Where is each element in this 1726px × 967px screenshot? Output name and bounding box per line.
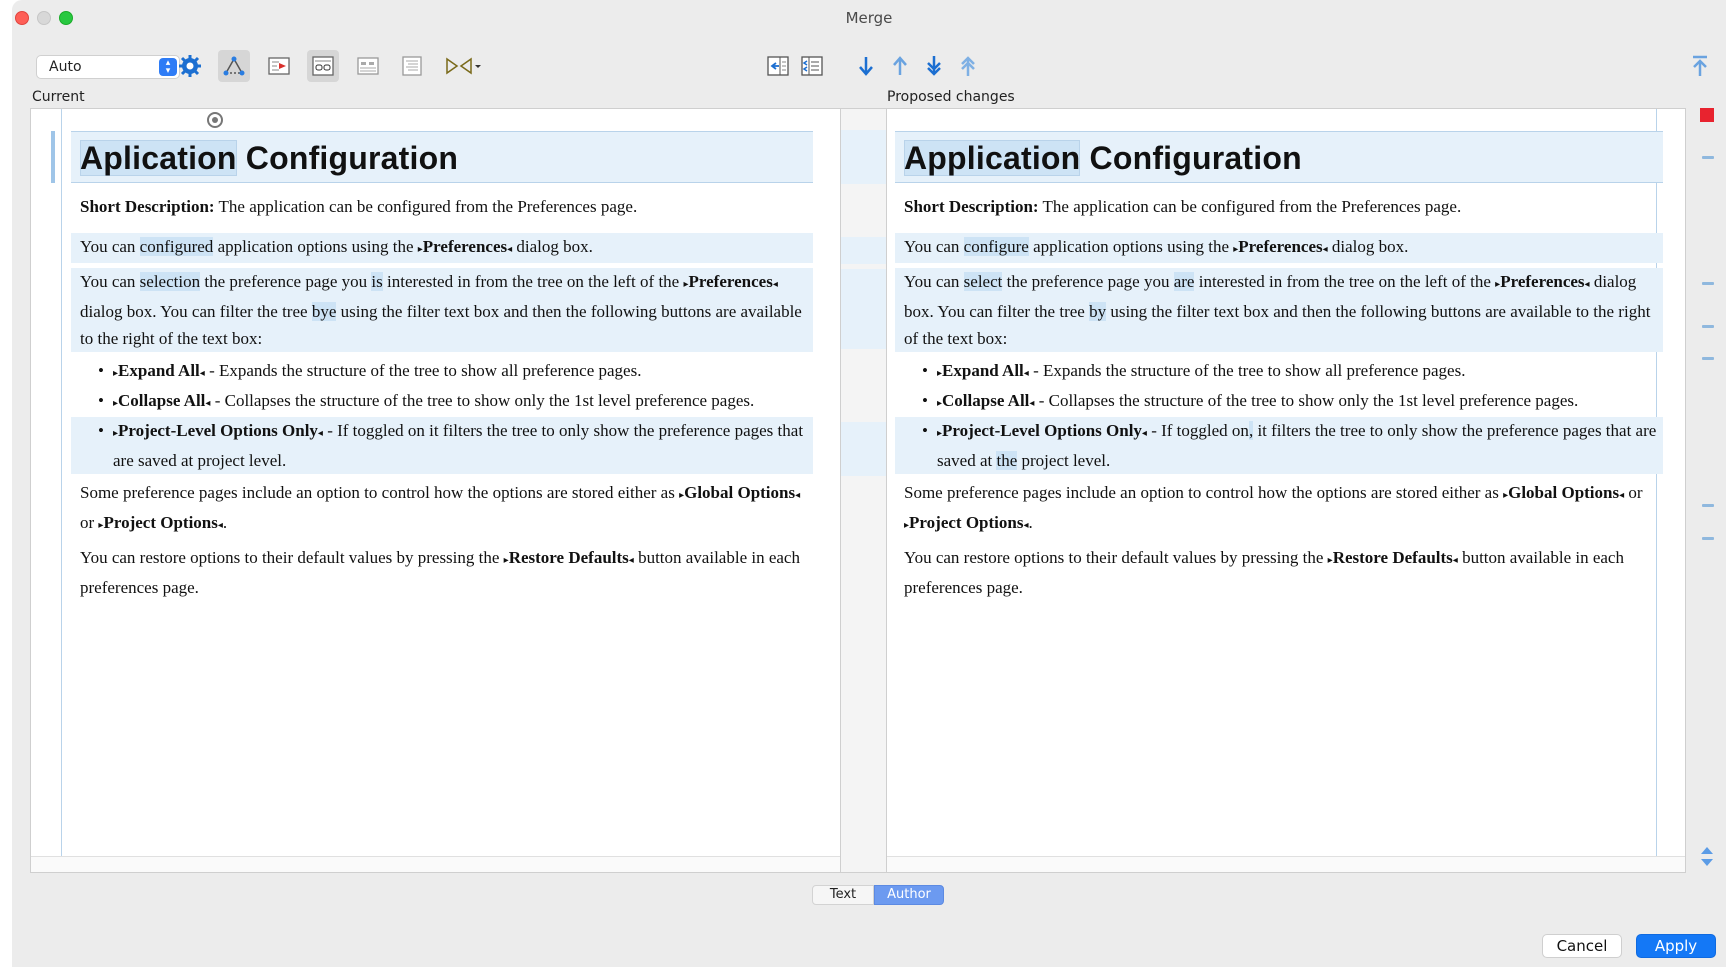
last-change-button[interactable] <box>918 50 950 82</box>
change-mark[interactable] <box>1702 282 1714 285</box>
conflict-indicator <box>1700 108 1714 122</box>
title-bar: Merge <box>12 0 1726 36</box>
paragraph-3: Some preference pages include an option … <box>904 483 1643 532</box>
list-item: ▸Collapse All◂ - Collapses the structure… <box>71 387 813 417</box>
change-mark[interactable] <box>1702 325 1714 328</box>
ignore-whitespace-button[interactable] <box>396 50 428 82</box>
three-way-merge-icon <box>223 56 245 76</box>
copy-all-left-button[interactable] <box>796 50 828 82</box>
next-change-icon <box>859 57 873 76</box>
horizontal-scrollbar[interactable] <box>31 856 840 872</box>
copy-all-left-icon <box>801 56 823 76</box>
apply-button[interactable]: Apply <box>1636 934 1716 958</box>
list-item: ▸Expand All◂ - Expands the structure of … <box>71 357 813 387</box>
three-way-merge-button[interactable] <box>218 50 250 82</box>
diff-word: configure <box>963 237 1029 256</box>
merge-window: Merge Auto ▴ ▾ Current Proposed changes … <box>12 0 1726 967</box>
paragraph-4: You can restore options to their default… <box>80 548 800 597</box>
paragraph-3: Some preference pages include an option … <box>80 483 801 532</box>
change-mark[interactable] <box>1702 156 1714 159</box>
list-item: ▸Collapse All◂ - Collapses the structure… <box>895 387 1663 417</box>
previous-change-button[interactable] <box>884 50 916 82</box>
next-change-button[interactable] <box>850 50 882 82</box>
overview-ruler[interactable] <box>1700 108 1714 873</box>
line-compare-button[interactable] <box>352 50 384 82</box>
paragraph-2: You can select the preference page you a… <box>895 268 1663 352</box>
settings-button[interactable] <box>174 50 206 82</box>
options-list: ▸Expand All◂ - Expands the structure of … <box>71 357 813 474</box>
copy-change-left-icon <box>767 56 789 76</box>
comparison-mode-select[interactable]: Auto ▴ ▾ <box>36 55 180 79</box>
list-item: ▸Expand All◂ - Expands the structure of … <box>895 357 1663 387</box>
go-top-button[interactable] <box>1684 50 1716 82</box>
show-changes-button[interactable] <box>263 50 295 82</box>
last-change-icon <box>927 56 941 76</box>
gutter-link <box>841 422 886 476</box>
window-title: Merge <box>845 9 893 27</box>
diff-word: Application <box>904 140 1081 176</box>
proposed-document-pane[interactable]: Application Configuration Short Descript… <box>886 108 1686 873</box>
line-compare-icon <box>357 57 379 75</box>
go-top-icon <box>1693 55 1707 76</box>
auto-merge-icon <box>446 57 481 75</box>
paragraph-1: You can configured application options u… <box>71 233 813 263</box>
toolbar: Auto ▴ ▾ <box>12 46 1726 86</box>
current-document: Aplication Configuration Short Descripti… <box>71 131 813 601</box>
horizontal-scrollbar[interactable] <box>887 856 1685 872</box>
diff-word: bye <box>311 302 337 321</box>
change-mark[interactable] <box>1702 504 1714 507</box>
show-changes-icon <box>268 57 290 75</box>
scroll-arrows-icon[interactable] <box>1700 846 1714 868</box>
short-description: Short Description: The application can b… <box>904 197 1462 216</box>
diff-word: the <box>996 451 1018 470</box>
diff-word: configured <box>139 237 214 256</box>
paragraph-4: You can restore options to their default… <box>904 548 1624 597</box>
first-change-icon <box>961 56 975 76</box>
diff-word: by <box>1089 302 1107 321</box>
diff-word: Aplication <box>80 140 237 176</box>
cancel-button[interactable]: Cancel <box>1542 934 1622 958</box>
current-document-pane[interactable]: Aplication Configuration Short Descripti… <box>30 108 841 873</box>
change-mark[interactable] <box>1702 357 1714 360</box>
gear-icon <box>179 55 201 77</box>
gutter-link <box>841 237 886 264</box>
comparison-mode-value: Auto <box>49 59 82 75</box>
title-diff-block: Application Configuration <box>895 131 1663 183</box>
paragraph-1: You can configure application options us… <box>895 233 1663 263</box>
first-change-button[interactable] <box>952 50 984 82</box>
diff-word: are <box>1173 272 1195 291</box>
paragraph-2: You can selection the preference page yo… <box>71 268 813 352</box>
document-title: Aplication Configuration <box>80 140 459 176</box>
list-item: ▸Project-Level Options Only◂ - If toggle… <box>71 417 813 474</box>
word-compare-icon <box>312 56 334 76</box>
collapse-icon[interactable] <box>207 112 223 128</box>
diff-word: select <box>963 272 1003 291</box>
left-margin-rule <box>61 109 62 872</box>
ignore-whitespace-icon <box>402 56 422 76</box>
short-description: Short Description: The application can b… <box>80 197 638 216</box>
change-mark[interactable] <box>1702 537 1714 540</box>
options-list: ▸Expand All◂ - Expands the structure of … <box>895 357 1663 474</box>
current-pane-label: Current <box>32 89 85 105</box>
proposed-document: Application Configuration Short Descript… <box>895 131 1663 601</box>
gutter-link <box>841 269 886 349</box>
change-marker <box>51 131 55 183</box>
proposed-pane-label: Proposed changes <box>887 89 1015 105</box>
gutter-link <box>841 130 886 184</box>
document-title: Application Configuration <box>904 140 1302 176</box>
auto-merge-button[interactable] <box>440 50 488 82</box>
text-mode-button[interactable]: Text <box>812 885 874 905</box>
diff-gutter <box>841 108 886 873</box>
word-compare-button[interactable] <box>307 50 339 82</box>
diff-word: is <box>371 272 383 291</box>
author-mode-button[interactable]: Author <box>874 885 944 905</box>
diff-word: selection <box>139 272 201 291</box>
title-diff-block: Aplication Configuration <box>71 131 813 183</box>
previous-change-icon <box>893 56 907 75</box>
copy-change-left-button[interactable] <box>762 50 794 82</box>
list-item: ▸Project-Level Options Only◂ - If toggle… <box>895 417 1663 474</box>
